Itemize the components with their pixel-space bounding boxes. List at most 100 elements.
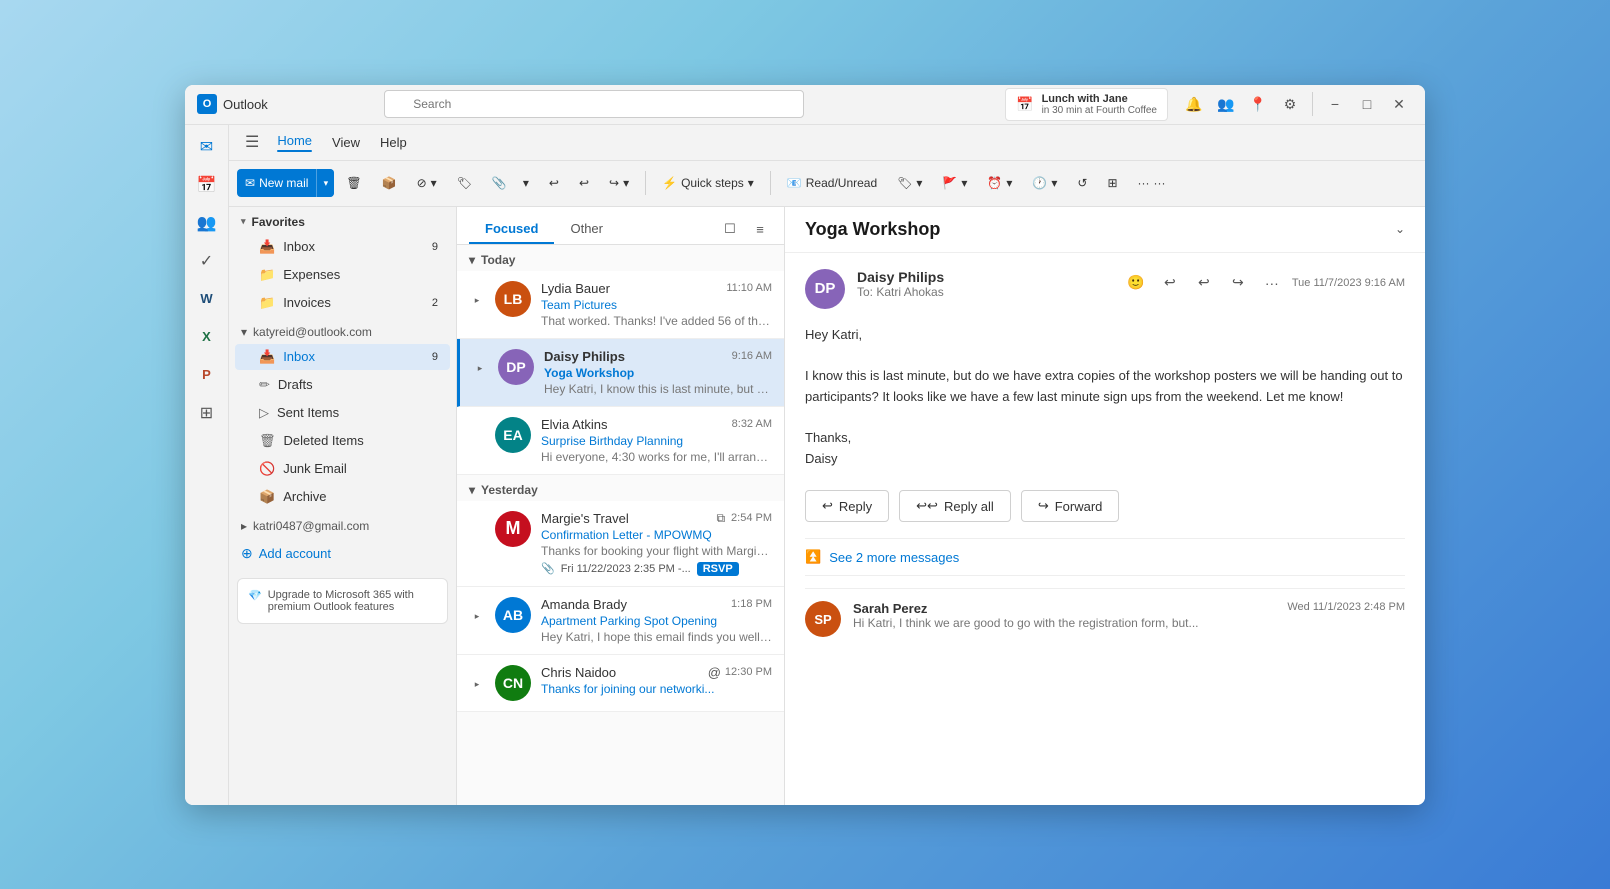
reply-btn-label: Reply	[839, 499, 872, 514]
nav-powerpoint[interactable]: P	[189, 357, 225, 393]
group-today[interactable]: ▾ Today	[457, 245, 784, 271]
nav-word[interactable]: W	[189, 281, 225, 317]
location-button[interactable]: 📍	[1244, 90, 1272, 118]
redo-button[interactable]: ↪▾	[601, 171, 637, 195]
forward-btn-label: Forward	[1055, 499, 1103, 514]
tab-focused[interactable]: Focused	[469, 215, 554, 244]
nav-tasks[interactable]: ✓	[189, 243, 225, 279]
refresh-button[interactable]: ↺	[1069, 171, 1095, 195]
forward-action-btn[interactable]: ↪	[1224, 269, 1252, 297]
expand-btn-amanda[interactable]: ▸	[469, 609, 485, 625]
undo-button[interactable]: ↩	[541, 171, 567, 195]
minimize-button[interactable]: −	[1321, 90, 1349, 118]
reply-action-btn[interactable]: ↩	[1156, 269, 1184, 297]
email-item-elvia[interactable]: EA Elvia Atkins 8:32 AM Surprise Birthda…	[457, 407, 784, 475]
archive-button[interactable]: 📦	[374, 171, 405, 195]
new-mail-button[interactable]: ✉ New mail	[237, 171, 316, 195]
filter-icon[interactable]: ≡	[748, 217, 772, 241]
snap-button[interactable]: 📎	[484, 171, 515, 195]
sidebar-item-favorites-inbox[interactable]: 📥 Inbox 9	[235, 234, 450, 260]
new-mail-icon: ✉	[245, 176, 255, 190]
clock-button[interactable]: 🕐▾	[1024, 171, 1065, 195]
expand-btn-chris[interactable]: ▸	[469, 677, 485, 693]
search-input[interactable]	[384, 90, 804, 118]
menu-view[interactable]: View	[322, 129, 370, 156]
menu-home[interactable]: Home	[267, 127, 322, 158]
undo2-button[interactable]: ↩	[571, 171, 597, 195]
reply-button[interactable]: ↩ Reply	[805, 490, 889, 522]
group-yesterday[interactable]: ▾ Yesterday	[457, 475, 784, 501]
people-button[interactable]: 👥	[1212, 90, 1240, 118]
sidebar-item-expenses[interactable]: 📁 Expenses	[235, 262, 450, 288]
nav-excel[interactable]: X	[189, 319, 225, 355]
app-logo: O Outlook	[197, 94, 268, 114]
new-mail-dropdown[interactable]: ▾	[316, 169, 334, 197]
add-account-button[interactable]: ⊕ Add account	[229, 537, 456, 570]
reading-expand-btn[interactable]: ⌄	[1395, 222, 1405, 236]
upgrade-text: Upgrade to Microsoft 365 with premium Ou…	[268, 589, 437, 613]
categories-button[interactable]: 🏷▾	[889, 171, 930, 195]
maximize-button[interactable]: □	[1353, 90, 1381, 118]
undo2-icon: ↩	[579, 176, 589, 190]
thread-preview-sarah: Hi Katri, I think we are good to go with…	[853, 616, 1275, 630]
close-button[interactable]: ✕	[1385, 90, 1413, 118]
email-content-lydia: Lydia Bauer 11:10 AM Team Pictures That …	[541, 281, 772, 328]
expand-btn-daisy[interactable]: ▸	[472, 361, 488, 377]
quick-steps-button[interactable]: ⚡ Quick steps ▾	[654, 171, 762, 195]
more-messages-row[interactable]: ⏫ See 2 more messages	[805, 538, 1405, 576]
reply-all-action-btn[interactable]: ↩	[1190, 269, 1218, 297]
snooze-button[interactable]: ⏰▾	[979, 171, 1020, 195]
more-button[interactable]: ······	[1130, 171, 1174, 195]
emoji-action-btn[interactable]: 🙂	[1122, 269, 1150, 297]
sidebar-item-archive[interactable]: 📦 Archive	[235, 484, 450, 510]
avatar-lydia: LB	[495, 281, 531, 317]
sidebar-item-account1-inbox[interactable]: 📥 Inbox 9	[235, 344, 450, 370]
nav-apps[interactable]: ⊞	[189, 395, 225, 431]
tag-button[interactable]: 🏷	[449, 171, 480, 195]
forward-button[interactable]: ↪ Forward	[1021, 490, 1120, 522]
select-all-icon[interactable]: ☐	[718, 217, 742, 241]
archive-btn-group: 📎 ▾	[484, 171, 537, 195]
expand-btn-elvia[interactable]	[469, 429, 485, 445]
email-item-chris[interactable]: ▸ CN Chris Naidoo @ 12:30 PM Thanks for …	[457, 655, 784, 712]
sidebar-item-drafts[interactable]: ✏ Drafts	[235, 372, 450, 398]
notification-button[interactable]: 🔔	[1180, 90, 1208, 118]
sidebar-item-invoices[interactable]: 📁 Invoices 2	[235, 290, 450, 316]
move-dropdown-icon: ▾	[431, 176, 437, 190]
menu-help[interactable]: Help	[370, 129, 417, 156]
sidebar-item-junk[interactable]: 🚫 Junk Email	[235, 456, 450, 482]
thread-message-sarah[interactable]: SP Sarah Perez Hi Katri, I think we are …	[805, 588, 1405, 649]
preview-lydia: That worked. Thanks! I've added 56 of th…	[541, 314, 772, 328]
account2-header[interactable]: ▸ katri0487@gmail.com	[229, 511, 456, 537]
email-item-amanda[interactable]: ▸ AB Amanda Brady 1:18 PM Apartment Park…	[457, 587, 784, 655]
nav-calendar[interactable]: 📅	[189, 167, 225, 203]
hamburger-button[interactable]: ☰	[237, 128, 267, 156]
ribbon-area: ☰ Home View Help ✉ New mail ▾ 🗑	[229, 125, 1425, 805]
upgrade-box[interactable]: 💎 Upgrade to Microsoft 365 with premium …	[237, 578, 448, 624]
flag-button[interactable]: 🚩▾	[934, 171, 975, 195]
favorites-header[interactable]: ▾ Favorites	[229, 207, 456, 233]
calendar-reminder[interactable]: 📅 Lunch with Jane in 30 min at Fourth Co…	[1005, 88, 1168, 121]
grid-button[interactable]: ⊞	[1099, 171, 1125, 195]
settings-button[interactable]: ⚙	[1276, 90, 1304, 118]
delete-button[interactable]: 🗑	[338, 171, 369, 195]
reply-all-button[interactable]: ↩↩ Reply all	[899, 490, 1011, 522]
rsvp-badge[interactable]: RSVP	[697, 562, 739, 576]
reply-all-btn-label: Reply all	[944, 499, 994, 514]
more-action-btn[interactable]: ···	[1258, 269, 1286, 297]
nav-people[interactable]: 👥	[189, 205, 225, 241]
email-item-daisy[interactable]: ▸ DP Daisy Philips 9:16 AM Yoga Workshop…	[457, 339, 784, 407]
read-unread-button[interactable]: 📧 Read/Unread	[779, 171, 885, 195]
account1-header[interactable]: ▾ katyreid@outlook.com	[229, 317, 456, 343]
tab-other[interactable]: Other	[554, 215, 619, 244]
time-lydia: 11:10 AM	[726, 282, 772, 294]
expand-btn-lydia[interactable]: ▸	[469, 293, 485, 309]
expand-btn-margie[interactable]	[469, 523, 485, 539]
sidebar-item-deleted[interactable]: 🗑 Deleted Items	[235, 428, 450, 454]
move-to-button[interactable]: ⊘ ▾	[409, 171, 445, 195]
snap-dropdown[interactable]: ▾	[515, 171, 537, 195]
email-item-lydia[interactable]: ▸ LB Lydia Bauer 11:10 AM Team Pictures …	[457, 271, 784, 339]
email-item-margie[interactable]: M Margie's Travel ⧉ 2:54 PM Confirmation…	[457, 501, 784, 587]
nav-mail[interactable]: ✉	[189, 129, 225, 165]
sidebar-item-sent[interactable]: ▷ Sent Items	[235, 400, 450, 426]
